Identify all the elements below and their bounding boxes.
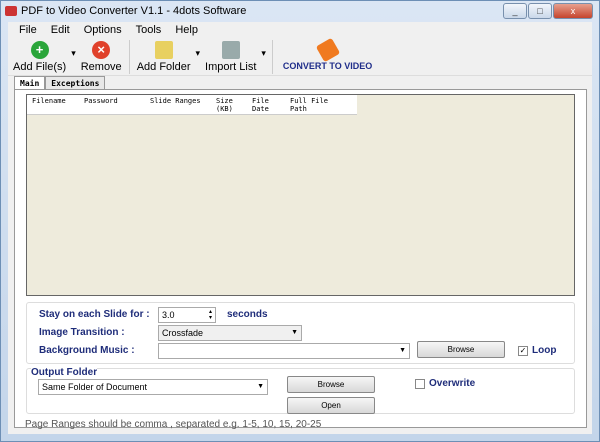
add-files-button[interactable]: + Add File(s)	[10, 38, 69, 73]
title-bar: PDF to Video Converter V1.1 - 4dots Soft…	[5, 5, 246, 17]
stay-value: 3.0	[162, 310, 175, 320]
output-folder-select[interactable]: Same Folder of Document ▼	[38, 379, 268, 395]
menu-tools[interactable]: Tools	[129, 22, 169, 38]
col-size[interactable]: Size (KB)	[211, 95, 247, 114]
toolbar: + Add File(s) ▾ × Remove Add Folder ▾ Impo…	[8, 38, 592, 76]
menu-bar: File Edit Options Tools Help	[8, 22, 592, 38]
import-list-button[interactable]: Import List	[202, 38, 259, 73]
menu-file[interactable]: File	[12, 22, 44, 38]
stay-label: Stay on each Slide for :	[39, 309, 150, 320]
add-folder-label: Add Folder	[137, 61, 191, 73]
settings-panel: Stay on each Slide for : 3.0 ▴▾ seconds I…	[26, 302, 575, 364]
transition-label: Image Transition :	[39, 327, 125, 338]
chevron-down-icon: ▼	[257, 383, 264, 390]
import-icon	[222, 41, 240, 59]
overwrite-checkbox[interactable]	[415, 379, 425, 389]
convert-icon	[315, 38, 340, 63]
add-files-label: Add File(s)	[13, 61, 66, 73]
output-browse-button[interactable]: Browse	[287, 376, 375, 393]
main-tab-panel: Filename Password Slide Ranges Size (KB)…	[14, 89, 587, 428]
app-icon	[5, 6, 17, 16]
remove-label: Remove	[81, 61, 122, 73]
stay-duration-stepper[interactable]: 3.0 ▴▾	[158, 307, 216, 323]
separator	[272, 40, 273, 74]
overwrite-label: Overwrite	[429, 378, 475, 389]
output-folder-value: Same Folder of Document	[42, 382, 147, 392]
file-list-header: Filename Password Slide Ranges Size (KB)…	[27, 95, 357, 115]
menu-edit[interactable]: Edit	[44, 22, 77, 38]
col-file-date[interactable]: File Date	[247, 95, 285, 114]
minimize-button[interactable]: _	[503, 3, 527, 19]
loop-checkbox[interactable]: ✓	[518, 346, 528, 356]
col-full-path[interactable]: Full File Path	[285, 95, 345, 114]
import-list-label: Import List	[205, 61, 256, 73]
open-folder-button[interactable]: Open	[287, 397, 375, 414]
col-password[interactable]: Password	[79, 95, 145, 114]
status-hint: Page Ranges should be comma , separated …	[25, 419, 321, 430]
output-folder-label: Output Folder	[31, 367, 97, 378]
seconds-label: seconds	[227, 309, 268, 320]
music-browse-button[interactable]: Browse	[417, 341, 505, 358]
spin-icon[interactable]: ▴▾	[209, 309, 212, 321]
chevron-down-icon: ▼	[291, 329, 298, 336]
transition-select[interactable]: Crossfade ▼	[158, 325, 302, 341]
col-slide-ranges[interactable]: Slide Ranges	[145, 95, 211, 114]
add-folder-dropdown[interactable]: ▾	[194, 48, 203, 59]
plus-icon: +	[31, 41, 49, 59]
music-label: Background Music :	[39, 345, 135, 356]
window-title: PDF to Video Converter V1.1 - 4dots Soft…	[21, 5, 246, 17]
output-folder-panel: Output Folder Same Folder of Document ▼ B…	[26, 368, 575, 414]
file-list[interactable]: Filename Password Slide Ranges Size (KB)…	[26, 94, 575, 296]
convert-button[interactable]: CONVERT TO VIDEO	[277, 38, 375, 71]
close-button[interactable]: x	[553, 3, 593, 19]
app-window: PDF to Video Converter V1.1 - 4dots Soft…	[0, 0, 600, 442]
menu-help[interactable]: Help	[168, 22, 205, 38]
chevron-down-icon: ▼	[399, 347, 406, 354]
remove-button[interactable]: × Remove	[78, 38, 125, 73]
transition-value: Crossfade	[162, 328, 203, 338]
col-filename[interactable]: Filename	[27, 95, 79, 114]
remove-icon: ×	[92, 41, 110, 59]
add-folder-button[interactable]: Add Folder	[134, 38, 194, 73]
menu-options[interactable]: Options	[77, 22, 129, 38]
add-files-dropdown[interactable]: ▾	[69, 48, 78, 59]
music-select[interactable]: ▼	[158, 343, 410, 359]
separator	[129, 40, 130, 74]
import-list-dropdown[interactable]: ▾	[259, 48, 268, 59]
maximize-button[interactable]: □	[528, 3, 552, 19]
folder-icon	[155, 41, 173, 59]
convert-label: CONVERT TO VIDEO	[283, 61, 372, 71]
loop-label: Loop	[532, 345, 556, 356]
